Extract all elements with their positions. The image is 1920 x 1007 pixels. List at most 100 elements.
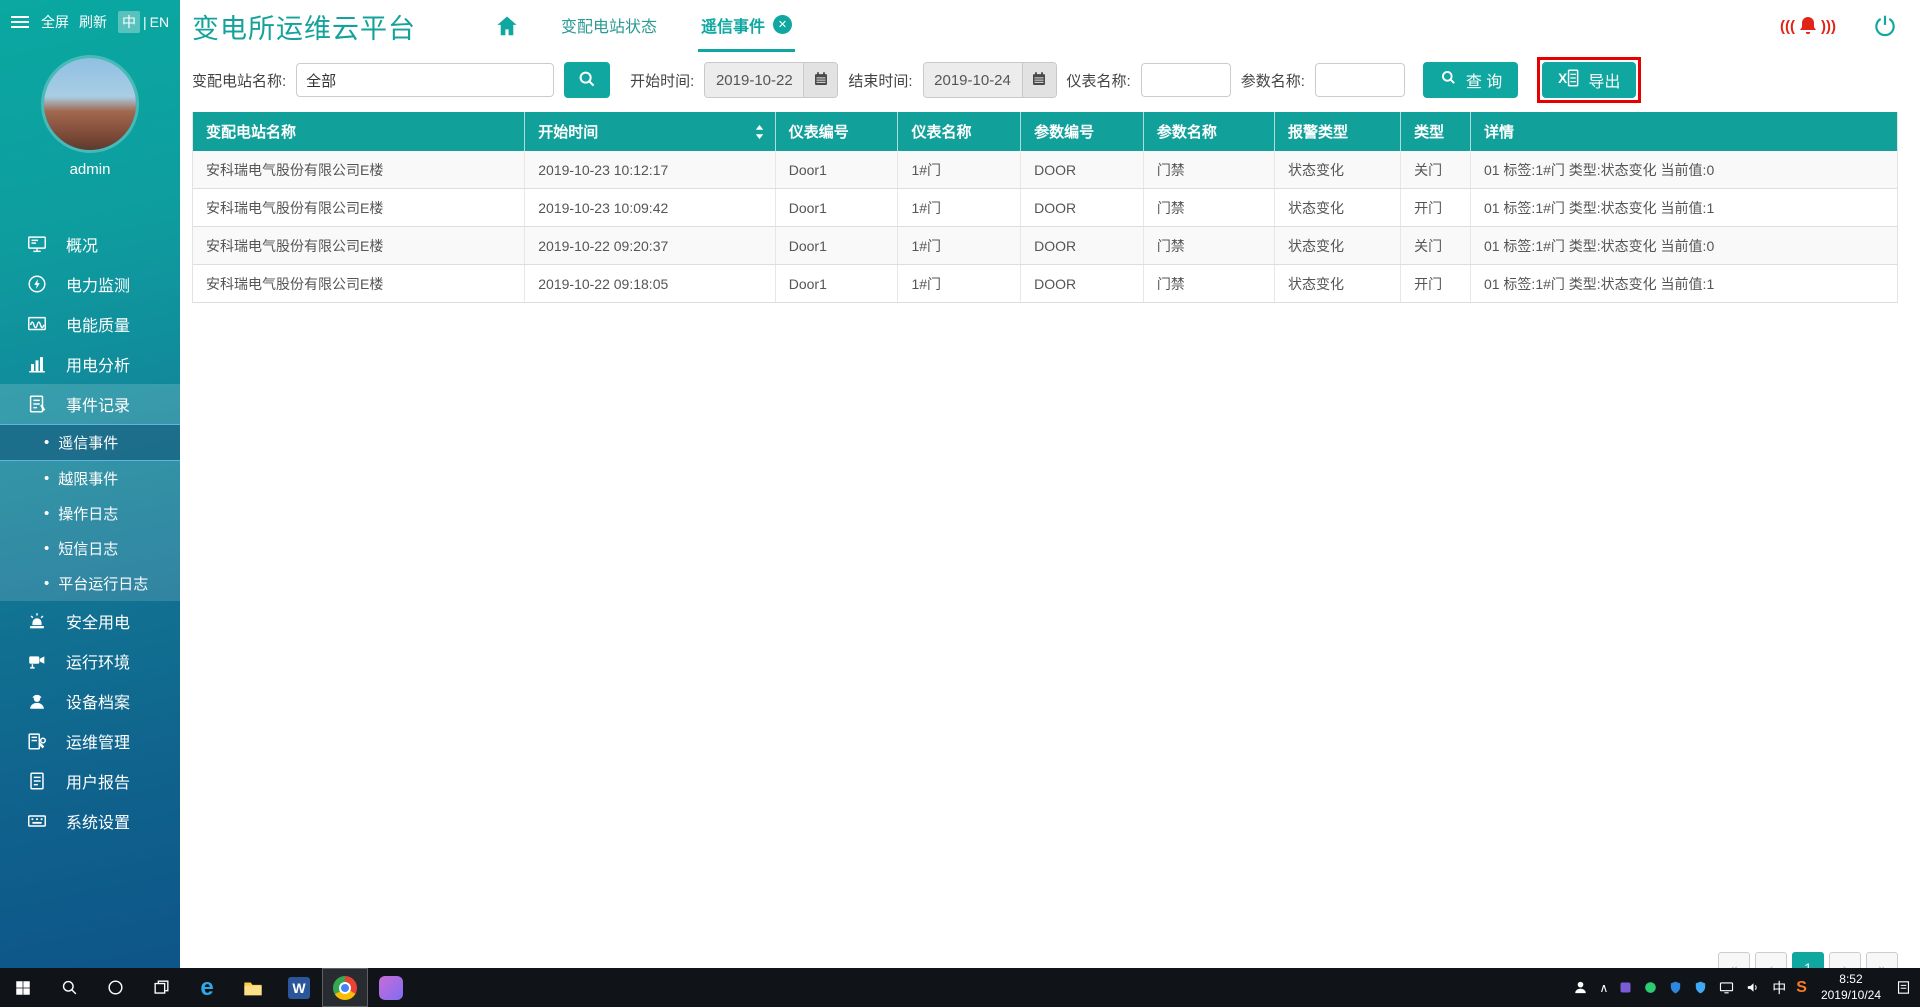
sort-icon[interactable] <box>754 124 765 140</box>
meter-name-input[interactable] <box>1141 63 1231 97</box>
sidebar-item-label: 安全用电 <box>66 609 130 633</box>
alarm-bell-icon[interactable]: ((( ))) <box>1780 14 1836 38</box>
sidebar-item-environment[interactable]: 运行环境 <box>0 641 180 681</box>
sidebar-subitem-sms-log[interactable]: • 短信日志 <box>0 531 180 566</box>
sidebar-subitem-telemetry-events[interactable]: • 遥信事件 <box>0 424 180 461</box>
table-cell: DOOR <box>1021 189 1144 226</box>
refresh-button[interactable]: 刷新 <box>79 12 107 32</box>
system-tray: ∧ 中 S 8:52 2019/10/24 <box>1572 968 1920 1007</box>
tab-telemetry-events[interactable]: 遥信事件 ✕ <box>698 0 795 52</box>
taskbar-clock[interactable]: 8:52 2019/10/24 <box>1817 972 1885 1003</box>
sidebar-item-usage-analysis[interactable]: 用电分析 <box>0 344 180 384</box>
bullet-icon: • <box>44 505 49 522</box>
task-view-icon[interactable] <box>138 968 184 1007</box>
table-row[interactable]: 安科瑞电气股份有限公司E楼2019-10-23 10:12:17Door11#门… <box>193 151 1897 189</box>
sidebar-subitem-limit-events[interactable]: • 越限事件 <box>0 461 180 496</box>
table-row[interactable]: 安科瑞电气股份有限公司E楼2019-10-22 09:20:37Door11#门… <box>193 227 1897 265</box>
station-search-button[interactable] <box>564 62 610 98</box>
column-header-details: 详情 <box>1471 112 1897 151</box>
table-cell: 门禁 <box>1144 227 1275 264</box>
sidebar-item-power-monitoring[interactable]: 电力监测 <box>0 264 180 304</box>
keyboard-grid-icon <box>26 810 48 832</box>
input-language-indicator[interactable]: 中 <box>1772 978 1786 998</box>
export-button[interactable]: X 导出 <box>1542 62 1636 98</box>
param-name-input[interactable] <box>1315 63 1405 97</box>
svg-text:X: X <box>1558 71 1567 86</box>
home-tab-icon[interactable] <box>494 13 520 39</box>
column-header-start-time[interactable]: 开始时间 <box>525 112 775 151</box>
sidebar-subitem-operation-log[interactable]: • 操作日志 <box>0 496 180 531</box>
station-filter-input[interactable] <box>296 63 554 97</box>
table-cell: 2019-10-23 10:09:42 <box>525 189 775 226</box>
header-icons: ((( ))) <box>1780 13 1898 39</box>
table-cell: 01 标签:1#门 类型:状态变化 当前值:0 <box>1471 227 1897 264</box>
end-date-input[interactable] <box>924 63 1022 97</box>
chrome-icon[interactable] <box>322 968 368 1007</box>
search-icon <box>1439 68 1458 92</box>
cortana-icon[interactable] <box>92 968 138 1007</box>
app-icon[interactable] <box>368 968 414 1007</box>
word-icon[interactable]: W <box>276 968 322 1007</box>
display-icon[interactable] <box>1718 979 1735 996</box>
sidebar-subitem-label: 越限事件 <box>58 468 118 489</box>
query-button[interactable]: 查 询 <box>1423 62 1518 98</box>
taskbar-search-icon[interactable] <box>46 968 92 1007</box>
tab-station-status[interactable]: 变配电站状态 <box>558 0 660 52</box>
table-cell: DOOR <box>1021 151 1144 188</box>
table-cell: 状态变化 <box>1275 189 1401 226</box>
tray-app-cube-icon[interactable] <box>1618 980 1633 995</box>
calendar-icon <box>812 70 830 91</box>
table-cell: 01 标签:1#门 类型:状态变化 当前值:1 <box>1471 265 1897 302</box>
tools-icon <box>26 730 48 752</box>
column-header-type: 类型 <box>1401 112 1471 151</box>
table-cell: 安科瑞电气股份有限公司E楼 <box>193 151 525 188</box>
sidebar-item-overview[interactable]: 概况 <box>0 224 180 264</box>
column-header-meter-name: 仪表名称 <box>898 112 1021 151</box>
defender-shield-icon[interactable] <box>1693 980 1708 995</box>
sidebar-item-safe-electricity[interactable]: 安全用电 <box>0 601 180 641</box>
start-calendar-button[interactable] <box>803 63 837 97</box>
taskbar: We W ∧ <box>0 968 1920 1007</box>
start-button[interactable] <box>0 968 46 1007</box>
sidebar-subitem-platform-log[interactable]: • 平台运行日志 <box>0 566 180 601</box>
volume-icon[interactable] <box>1745 979 1762 996</box>
table-row[interactable]: 安科瑞电气股份有限公司E楼2019-10-22 09:18:05Door11#门… <box>193 265 1897 303</box>
page-title: 变电所运维云平台 <box>192 7 416 46</box>
end-calendar-button[interactable] <box>1022 63 1056 97</box>
sidebar-item-power-quality[interactable]: 电能质量 <box>0 304 180 344</box>
close-tab-icon[interactable]: ✕ <box>773 15 792 34</box>
table-body: 安科瑞电气股份有限公司E楼2019-10-23 10:12:17 Door1 1#门… <box>193 151 1897 303</box>
avatar <box>44 58 136 150</box>
table-cell: Door1 <box>776 265 899 302</box>
logout-power-icon[interactable] <box>1872 13 1898 39</box>
lang-zh-button[interactable]: 中 <box>118 11 140 33</box>
sidebar-item-event-records[interactable]: 事件记录 <box>0 384 180 424</box>
sogou-input-icon[interactable]: S <box>1796 979 1807 997</box>
action-center-icon[interactable] <box>1895 979 1912 996</box>
sidebar-item-equipment-archive[interactable]: 设备档案 <box>0 681 180 721</box>
table-cell: Door1 <box>776 227 899 264</box>
shield-icon[interactable] <box>1668 980 1683 995</box>
table-cell: 01 标签:1#门 类型:状态变化 当前值:0 <box>1471 151 1897 188</box>
menu-toggle-icon[interactable] <box>9 11 31 33</box>
sidebar-item-om-management[interactable]: 运维管理 <box>0 721 180 761</box>
sidebar-item-system-settings[interactable]: 系统设置 <box>0 801 180 841</box>
sidebar-item-user-report[interactable]: 用户报告 <box>0 761 180 801</box>
lang-en-button[interactable]: EN <box>150 14 169 30</box>
table-cell: 1#门 <box>898 151 1021 188</box>
file-explorer-icon[interactable] <box>230 968 276 1007</box>
worker-icon <box>26 690 48 712</box>
bullet-icon: • <box>44 470 49 487</box>
people-icon[interactable] <box>1572 979 1589 996</box>
edge-icon[interactable]: We <box>184 968 230 1007</box>
column-header-param-name: 参数名称 <box>1144 112 1275 151</box>
tray-app-green-icon[interactable] <box>1643 980 1658 995</box>
sidebar-item-label: 概况 <box>66 232 98 256</box>
events-table: 变配电站名称 开始时间 仪表编号 仪表名称 参数编号 参数名称 报警类型 类型 … <box>192 112 1898 303</box>
fullscreen-button[interactable]: 全屏 <box>41 12 69 32</box>
hidden-icons-chevron[interactable]: ∧ <box>1599 981 1608 995</box>
table-cell: 2019-10-23 10:12:17 <box>525 151 775 188</box>
table-row[interactable]: 安科瑞电气股份有限公司E楼2019-10-23 10:09:42Door11#门… <box>193 189 1897 227</box>
table-cell: 关门 <box>1401 227 1471 264</box>
start-date-input[interactable] <box>705 63 803 97</box>
